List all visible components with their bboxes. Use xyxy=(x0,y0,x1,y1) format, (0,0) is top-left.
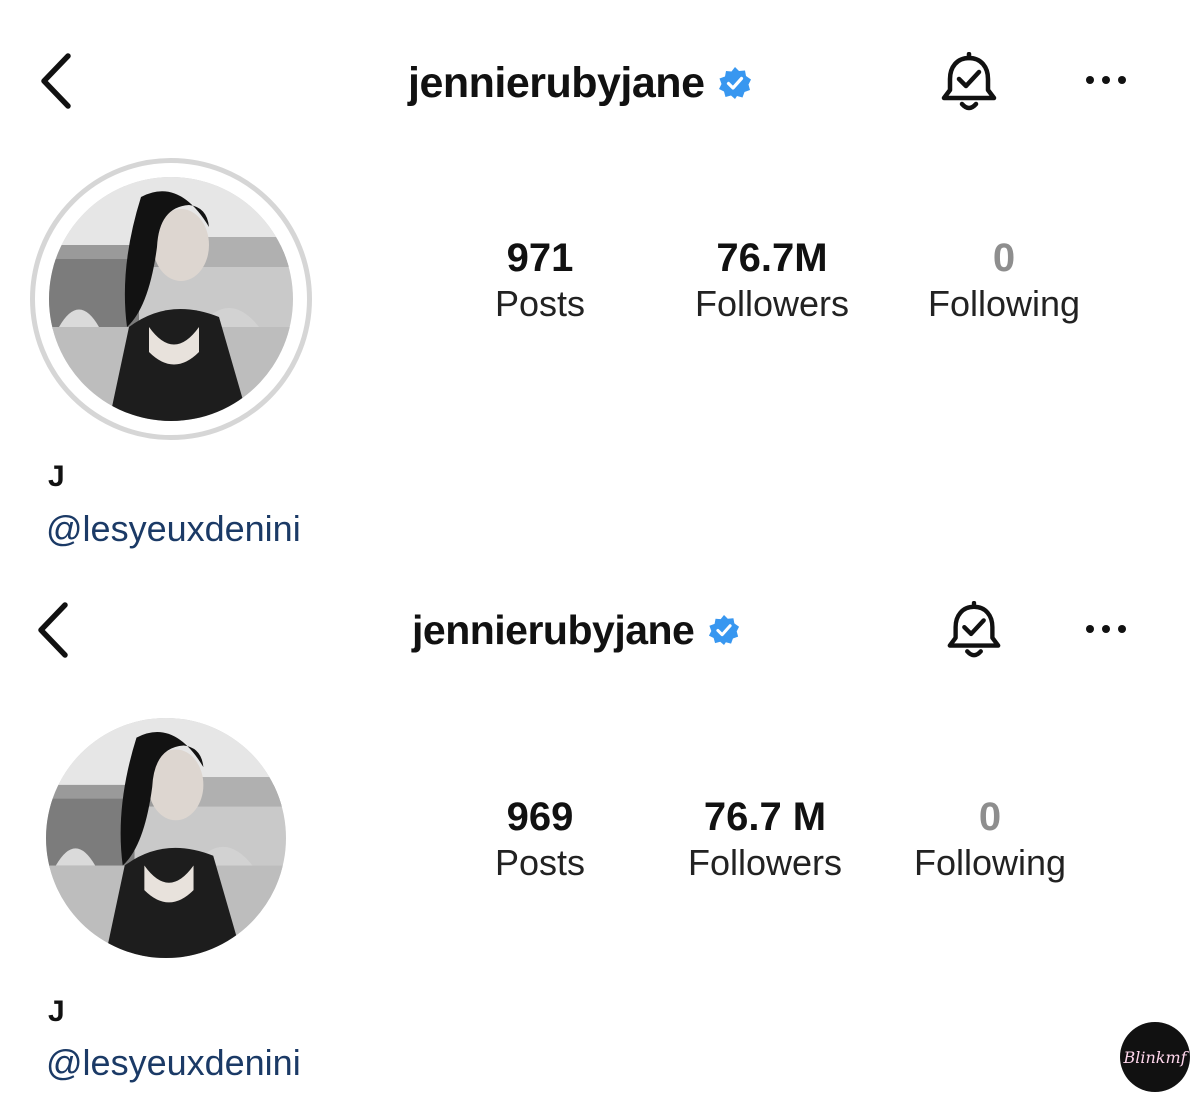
display-name: J xyxy=(48,460,65,493)
notification-bell-check-icon[interactable] xyxy=(938,52,1000,116)
followers-count: 76.7 M xyxy=(703,795,827,839)
following-label: Following xyxy=(913,842,1067,883)
following-label: Following xyxy=(927,283,1081,324)
username: jennierubyjane xyxy=(408,58,705,107)
avatar[interactable] xyxy=(46,718,286,958)
verified-badge-icon xyxy=(709,614,740,646)
followers-stat[interactable]: 76.7M Followers xyxy=(672,236,872,325)
more-options-icon[interactable] xyxy=(1086,76,1126,84)
linked-account-handle[interactable]: @lesyeuxdenini xyxy=(46,508,301,550)
watermark-logo: Blinkmf xyxy=(1120,1022,1190,1092)
following-stat[interactable]: 0 Following xyxy=(890,795,1090,884)
posts-count: 971 xyxy=(506,236,574,280)
profile-header-title: jennierubyjane xyxy=(408,56,752,110)
posts-stat[interactable]: 969 Posts xyxy=(460,795,620,884)
following-stat[interactable]: 0 Following xyxy=(904,236,1104,325)
posts-stat[interactable]: 971 Posts xyxy=(460,236,620,325)
profile-header-title: jennierubyjane xyxy=(412,603,740,657)
posts-label: Posts xyxy=(494,283,586,324)
linked-account-handle[interactable]: @lesyeuxdenini xyxy=(46,1042,301,1084)
profile-screenshot-1: jennierubyjane 971 Posts 76.7M Followers… xyxy=(0,0,1200,575)
profile-screenshot-2: jennierubyjane 969 Posts 76.7 M Follower… xyxy=(0,575,1200,1102)
followers-label: Followers xyxy=(694,283,850,324)
following-count: 0 xyxy=(978,795,1002,839)
followers-stat[interactable]: 76.7 M Followers xyxy=(665,795,865,884)
followers-count: 76.7M xyxy=(716,236,828,280)
avatar[interactable] xyxy=(49,177,293,421)
followers-label: Followers xyxy=(687,842,843,883)
more-options-icon[interactable] xyxy=(1086,625,1126,633)
back-arrow-icon[interactable] xyxy=(38,52,74,110)
notification-bell-check-icon[interactable] xyxy=(944,601,1004,663)
following-count: 0 xyxy=(992,236,1016,280)
display-name: J xyxy=(48,995,65,1028)
posts-label: Posts xyxy=(494,842,586,883)
verified-badge-icon xyxy=(719,67,752,99)
watermark-text: Blinkmf xyxy=(1123,1047,1187,1067)
back-arrow-icon[interactable] xyxy=(35,601,71,659)
posts-count: 969 xyxy=(506,795,574,839)
username: jennierubyjane xyxy=(412,606,695,653)
